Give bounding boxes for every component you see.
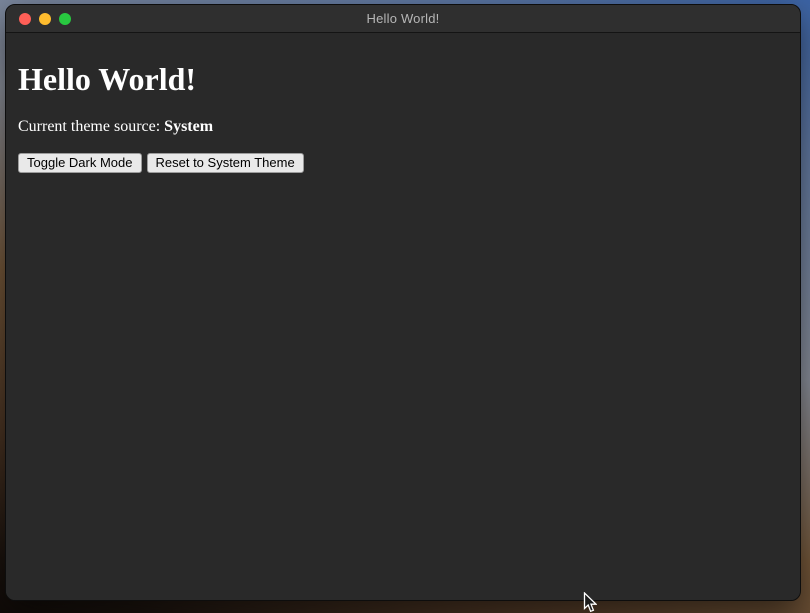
- window-titlebar[interactable]: Hello World!: [6, 5, 800, 33]
- theme-source-value: System: [164, 118, 213, 135]
- theme-source-label: Current theme source:: [18, 118, 164, 135]
- page-title: Hello World!: [18, 62, 792, 97]
- theme-source-line: Current theme source: System: [18, 118, 792, 136]
- close-window-button[interactable]: [19, 13, 31, 25]
- minimize-window-button[interactable]: [39, 13, 51, 25]
- page-content: Hello World! Current theme source: Syste…: [6, 33, 800, 601]
- toggle-dark-mode-button[interactable]: Toggle Dark Mode: [18, 153, 142, 173]
- button-row: Toggle Dark Mode Reset to System Theme: [18, 153, 792, 173]
- window-controls: [19, 5, 71, 32]
- reset-to-system-theme-button[interactable]: Reset to System Theme: [147, 153, 304, 173]
- zoom-window-button[interactable]: [59, 13, 71, 25]
- app-window: Hello World! Hello World! Current theme …: [5, 4, 801, 601]
- window-title: Hello World!: [6, 11, 800, 26]
